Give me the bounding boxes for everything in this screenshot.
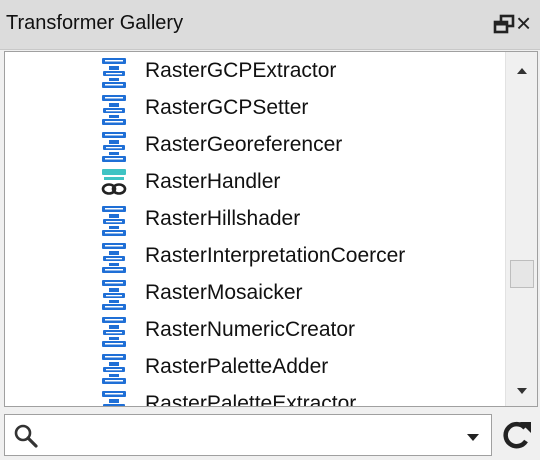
float-restore-button[interactable] (493, 10, 517, 38)
transformer-icon (102, 354, 126, 384)
search-input[interactable] (45, 419, 449, 453)
list-item[interactable]: RasterGCPSetter (5, 91, 505, 128)
list-item-label: RasterHandler (145, 170, 281, 193)
list-item[interactable]: RasterPaletteAdder (5, 350, 505, 387)
close-button[interactable]: × (516, 8, 538, 38)
scroll-down-icon (517, 388, 527, 394)
transformer-icon (102, 206, 126, 236)
list-item-label: RasterPaletteAdder (145, 355, 329, 378)
search-icon (14, 424, 38, 448)
dropdown-arrow-icon[interactable] (461, 427, 485, 447)
list-item-label: RasterNumericCreator (145, 318, 356, 341)
transformer-listbox[interactable]: RasterGCPExtractor RasterGCPSetter RasterG… (4, 51, 538, 407)
float-restore-icon (493, 14, 515, 34)
scroll-down-button[interactable] (506, 376, 537, 406)
list-item-label: RasterHillshader (145, 207, 301, 230)
refresh-icon (503, 421, 531, 449)
list-item[interactable]: RasterMosaicker (5, 276, 505, 313)
list-item-label: RasterGeoreferencer (145, 133, 343, 156)
refresh-button[interactable] (498, 416, 536, 454)
transformer-icon (102, 132, 126, 162)
list-item-label: RasterGCPSetter (145, 96, 309, 119)
scrollbar-thumb[interactable] (510, 260, 534, 288)
close-icon: × (516, 8, 532, 38)
scroll-up-icon (517, 68, 527, 74)
transformer-icon (102, 280, 126, 310)
list-item[interactable]: RasterNumericCreator (5, 313, 505, 350)
search-field[interactable] (4, 414, 492, 456)
list-item-label: RasterPaletteExtractor (145, 392, 357, 406)
list-item-label: RasterInterpretationCoercer (145, 244, 406, 267)
search-bar (0, 410, 540, 460)
panel-titlebar: Transformer Gallery × (0, 0, 540, 50)
transformer-icon (102, 95, 126, 125)
transformer-icon (102, 58, 126, 88)
list-item-label: RasterMosaicker (145, 281, 303, 304)
list-item[interactable]: RasterHandler (5, 165, 505, 202)
list-item[interactable]: RasterHillshader (5, 202, 505, 239)
transformer-icon (102, 243, 126, 273)
transformer-icon (102, 317, 126, 347)
link-transformer-icon (101, 169, 127, 195)
list-item[interactable]: RasterPaletteExtractor (5, 387, 505, 406)
list-item[interactable]: RasterGCPExtractor (5, 54, 505, 91)
list-item[interactable]: RasterInterpretationCoercer (5, 239, 505, 276)
list-item-label: RasterGCPExtractor (145, 59, 337, 82)
scroll-up-button[interactable] (506, 56, 537, 86)
panel-title: Transformer Gallery (6, 12, 184, 34)
transformer-icon (102, 391, 126, 406)
list-item[interactable]: RasterGeoreferencer (5, 128, 505, 165)
vertical-scrollbar[interactable] (505, 52, 537, 406)
transformer-list: RasterGCPExtractor RasterGCPSetter RasterG… (5, 52, 505, 406)
